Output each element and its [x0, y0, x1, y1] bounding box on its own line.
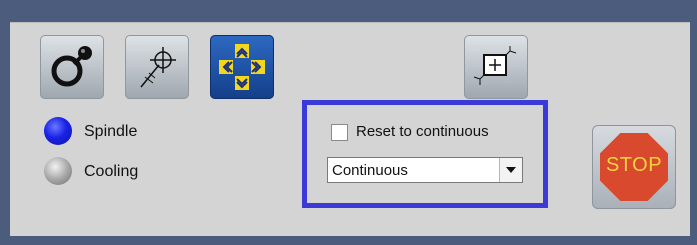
stop-label: STOP: [605, 154, 663, 176]
jog-mode-value: Continuous: [332, 162, 408, 179]
chevron-down-icon[interactable]: [499, 158, 522, 182]
control-panel: Spindle Cooling Reset to continuous Cont…: [10, 22, 690, 236]
app-frame: Spindle Cooling Reset to continuous Cont…: [0, 0, 697, 245]
spindle-tool-button[interactable]: [40, 35, 104, 99]
stop-button[interactable]: STOP: [592, 125, 676, 209]
spindle-status-led: [44, 117, 72, 145]
jog-arrows-icon: [219, 44, 265, 90]
reset-to-continuous-label[interactable]: Reset to continuous: [356, 123, 489, 140]
spindle-label: Spindle: [84, 123, 138, 140]
workpiece-offset-icon: [473, 46, 517, 85]
jog-tool-button[interactable]: [210, 35, 274, 99]
cooling-label: Cooling: [84, 163, 139, 180]
spindle-icon: [51, 46, 92, 87]
probe-tool-button[interactable]: [125, 35, 189, 99]
jog-mode-group: Reset to continuous Continuous: [302, 100, 548, 208]
reset-to-continuous-checkbox[interactable]: [331, 124, 348, 141]
workpiece-offset-tool-button[interactable]: [464, 35, 528, 99]
cooling-status-led: [44, 157, 72, 185]
crosshair-probe-icon: [140, 47, 176, 88]
jog-mode-select[interactable]: Continuous: [327, 157, 523, 183]
